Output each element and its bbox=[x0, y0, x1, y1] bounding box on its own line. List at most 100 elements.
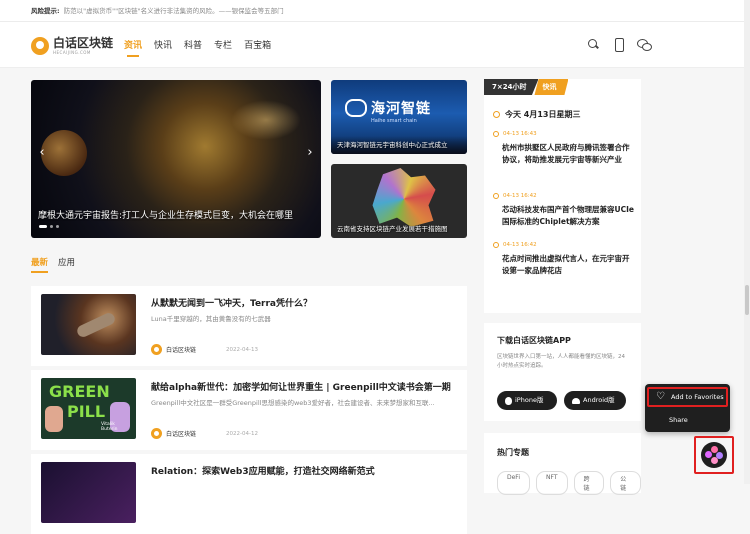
tab-latest[interactable]: 最新 bbox=[31, 256, 49, 273]
app-download-panel: 下载白话区块链APP 区块链世界入口第一站，人人都能看懂的区块链，24 小时热点… bbox=[484, 323, 641, 421]
article-card[interactable]: 从默默无闻到一飞冲天，Terra凭什么？ Luna千里穿越的，其由黄鲁没有的七武… bbox=[31, 286, 467, 366]
carousel-dots bbox=[39, 225, 59, 228]
thumb-text-name: Vitalik Buterin bbox=[101, 422, 118, 432]
phone-icon[interactable] bbox=[612, 38, 625, 52]
flash-item[interactable]: 04-13 16:42 花点时间推出虚拟代言人，在元宇宙开设第一家品牌花店 bbox=[493, 242, 635, 277]
article-meta: 白话区块链 2022-04-13 bbox=[151, 344, 258, 355]
share-button[interactable]: Share bbox=[645, 410, 730, 430]
nav-item-science[interactable]: 科普 bbox=[184, 38, 202, 51]
carousel-dot[interactable] bbox=[50, 225, 53, 228]
hero-caption[interactable]: 摩根大通元宇宙报告:打工人与企业生存模式巨变，大机会在哪里 bbox=[38, 208, 314, 221]
heart-icon bbox=[656, 387, 665, 407]
author-avatar[interactable] bbox=[151, 428, 162, 439]
article-summary: Greenpill中文社区是一群受Greenpill思想感染的web3爱好者，社… bbox=[151, 399, 435, 407]
carousel-next-button[interactable]: › bbox=[303, 143, 317, 163]
nav-item-toolbox[interactable]: 百宝箱 bbox=[244, 38, 271, 51]
article-title[interactable]: 从默默无闻到一飞冲天，Terra凭什么？ bbox=[151, 296, 451, 309]
topic-chip[interactable]: DeFi bbox=[497, 471, 530, 495]
scrollbar-thumb[interactable] bbox=[745, 285, 749, 315]
search-icon[interactable] bbox=[587, 38, 600, 51]
article-card[interactable]: Relation：探索Web3应用赋能，打造社交网络新范式 bbox=[31, 454, 467, 534]
logo-subtext: HECAIJING.COM bbox=[53, 50, 91, 55]
extension-popup-menu: Add to Favorites Share bbox=[645, 384, 730, 432]
risk-warning-label: 风险提示: bbox=[31, 7, 60, 15]
flash-time: 04-13 16:43 bbox=[493, 131, 635, 137]
iphone-download-button[interactable]: iPhone版 bbox=[497, 391, 557, 410]
author-name[interactable]: 白话区块链 bbox=[166, 345, 196, 354]
flash-item[interactable]: 04-13 16:43 杭州市拱墅区人民政府与腾讯签署合作协议，将助推发展元宇宙… bbox=[493, 131, 635, 166]
iphone-download-label: iPhone版 bbox=[515, 396, 544, 404]
share-label: Share bbox=[669, 416, 688, 424]
android-download-label: Android版 bbox=[583, 396, 615, 404]
risk-warning-bar: 风险提示: 防范以"虚拟货币""区块链"名义进行非法集资的风险。——银保监会等五部… bbox=[0, 0, 750, 22]
extension-fab-button[interactable] bbox=[701, 442, 727, 468]
flash-item[interactable]: 04-13 16:42 芯动科技发布国产首个物理层兼容UCIe国际标准的Chip… bbox=[493, 193, 635, 228]
hero-carousel[interactable]: ‹ › 摩根大通元宇宙报告:打工人与企业生存模式巨变，大机会在哪里 bbox=[31, 80, 321, 238]
logo-mark-icon bbox=[31, 37, 49, 55]
carousel-dot[interactable] bbox=[56, 225, 59, 228]
hero-image-glow bbox=[231, 100, 301, 140]
article-title[interactable]: 献给alpha新世代：加密学如何让世界重生 | Greenpill中文读书会第一… bbox=[151, 380, 451, 393]
tile-caption: 云南省支持区块链产业发展若干措施图 bbox=[337, 225, 448, 233]
flash-date-text: 今天 4月13日星期三 bbox=[505, 110, 581, 119]
nav-item-flash[interactable]: 快讯 bbox=[154, 38, 172, 51]
tab-24h[interactable]: 7×24小时 bbox=[484, 79, 539, 95]
flash-text[interactable]: 杭州市拱墅区人民政府与腾讯签署合作协议，将助推发展元宇宙等新兴产业 bbox=[493, 142, 635, 166]
flash-text[interactable]: 花点时间推出虚拟代言人，在元宇宙开设第一家品牌花店 bbox=[493, 253, 635, 277]
carousel-prev-button[interactable]: ‹ bbox=[35, 143, 49, 163]
author-name[interactable]: 白话区块链 bbox=[166, 429, 196, 438]
article-thumbnail[interactable] bbox=[41, 462, 136, 523]
tab-flash[interactable]: 快讯 bbox=[534, 79, 569, 95]
topic-chip[interactable]: 跨链 bbox=[573, 471, 605, 495]
add-to-favorites-label: Add to Favorites bbox=[671, 393, 724, 401]
timeline-dot-icon bbox=[493, 111, 500, 118]
risk-warning-text: 防范以"虚拟货币""区块链"名义进行非法集资的风险。——银保监会等五部门 bbox=[63, 7, 284, 15]
feature-tile-haihe[interactable]: 海河智链 Haihe smart chain 天津海河智链元宇宙科创中心正式成立 bbox=[331, 80, 467, 154]
extension-fab-highlight bbox=[694, 436, 734, 474]
feature-tile-yunnan[interactable]: 云南省支持区块链产业发展若干措施图 bbox=[331, 164, 467, 238]
thumb-portrait bbox=[45, 406, 63, 432]
hot-topics-panel: 热门专题 DeFi NFT 跨链 公链 bbox=[484, 433, 641, 495]
thumb-text-green: GREEN bbox=[49, 382, 110, 401]
hot-topics-title: 热门专题 bbox=[497, 448, 529, 457]
article-thumbnail[interactable]: GREEN PILL Vitalik Buterin bbox=[41, 378, 136, 439]
android-download-button[interactable]: Android版 bbox=[564, 391, 626, 410]
apple-icon bbox=[505, 396, 512, 405]
logo-text: 白话区块链 bbox=[53, 36, 114, 50]
article-title[interactable]: Relation：探索Web3应用赋能，打造社交网络新范式 bbox=[151, 464, 451, 477]
site-header: 白话区块链 HECAIJING.COM 资讯 快讯 科普 专栏 百宝箱 bbox=[0, 22, 750, 68]
tile-brand-en: Haihe smart chain bbox=[371, 118, 417, 124]
android-icon bbox=[572, 397, 580, 404]
wechat-icon[interactable] bbox=[637, 38, 652, 51]
article-card[interactable]: GREEN PILL Vitalik Buterin 献给alpha新世代：加密… bbox=[31, 370, 467, 450]
nav-item-column[interactable]: 专栏 bbox=[214, 38, 232, 51]
app-download-title: 下载白话区块链APP bbox=[497, 336, 571, 345]
flash-time: 04-13 16:42 bbox=[493, 242, 635, 248]
tile-caption: 天津海河智链元宇宙科创中心正式成立 bbox=[337, 141, 448, 149]
main-nav: 资讯 快讯 科普 专栏 百宝箱 bbox=[124, 38, 271, 57]
haihe-logo-icon bbox=[345, 99, 367, 117]
add-to-favorites-button[interactable]: Add to Favorites bbox=[647, 387, 728, 407]
content-tabs: 最新 应用 bbox=[31, 256, 75, 273]
yunnan-map-image bbox=[372, 168, 436, 227]
nav-item-news[interactable]: 资讯 bbox=[124, 38, 142, 57]
article-summary: Luna千里穿越的，其由黄鲁没有的七武器 bbox=[151, 315, 271, 323]
page-scrollbar[interactable] bbox=[744, 0, 750, 484]
fab-logo-dot bbox=[705, 451, 712, 458]
site-logo[interactable]: 白话区块链 HECAIJING.COM bbox=[31, 35, 113, 57]
fab-logo-dot bbox=[711, 457, 718, 464]
app-download-desc: 区块链世界入口第一站，人人都能看懂的区块链，24 小时热点实时追踪。 bbox=[497, 354, 626, 369]
tab-applications[interactable]: 应用 bbox=[58, 256, 75, 268]
carousel-dot[interactable] bbox=[39, 225, 47, 228]
article-date: 2022-04-12 bbox=[226, 430, 258, 437]
tile-brand-cn: 海河智链 bbox=[371, 101, 431, 117]
flash-time: 04-13 16:42 bbox=[493, 193, 635, 199]
flash-text[interactable]: 芯动科技发布国产首个物理层兼容UCIe国际标准的Chiplet解决方案 bbox=[493, 204, 635, 228]
author-avatar[interactable] bbox=[151, 344, 162, 355]
article-thumbnail[interactable] bbox=[41, 294, 136, 355]
article-meta: 白话区块链 2022-04-12 bbox=[151, 428, 258, 439]
topic-chip[interactable]: NFT bbox=[536, 471, 568, 495]
article-date: 2022-04-13 bbox=[226, 346, 258, 353]
thumb-text-pill: PILL bbox=[67, 402, 106, 421]
topic-chip[interactable]: 公链 bbox=[610, 471, 641, 495]
